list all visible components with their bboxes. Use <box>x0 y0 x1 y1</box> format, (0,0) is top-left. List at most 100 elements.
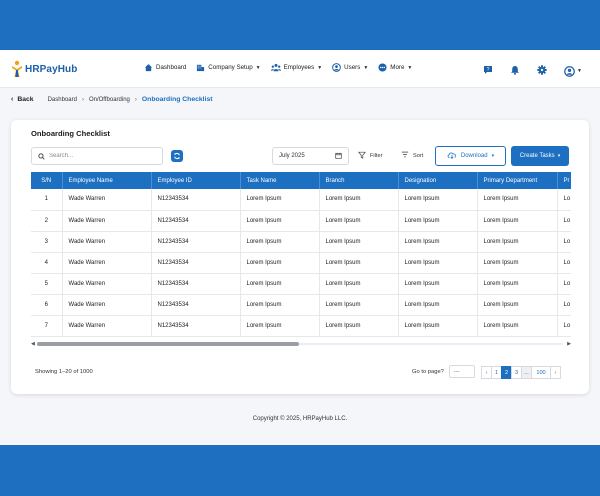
table-cell: Wade Warren <box>62 189 152 211</box>
table-row[interactable]: 6 Wade Warren N12343534 Lorem Ipsum Lorem Ip… <box>31 294 571 316</box>
nav-item-users[interactable]: Users ▼ <box>332 63 368 72</box>
table-cell: N12343534 <box>151 231 241 253</box>
table-cell: Lorem Ipsum <box>477 231 558 253</box>
download-label: Download <box>460 153 488 159</box>
showing-count: Showing 1–20 of 1000 <box>35 369 93 375</box>
next-page-button[interactable]: › <box>550 366 561 379</box>
sort-button[interactable]: Sort <box>401 151 423 160</box>
month-picker[interactable]: July 2025 <box>272 147 349 165</box>
column-header[interactable]: Employee ID <box>151 172 241 189</box>
home-icon <box>144 63 153 72</box>
breadcrumb-item-dashboard[interactable]: Dashboard <box>48 97 77 103</box>
filter-label: Filter <box>370 153 383 159</box>
table-cell: N12343534 <box>151 210 241 232</box>
table-cell: Lorem Ipsum <box>240 273 320 295</box>
column-header[interactable]: Designation <box>398 172 478 189</box>
table-cell: Lorem Ipsum <box>398 189 478 211</box>
go-to-page-input[interactable]: --- <box>448 365 475 378</box>
search-icon <box>38 147 45 165</box>
breadcrumb-item-on-offboarding[interactable]: On/Offboarding <box>89 97 130 103</box>
nav-item-dashboard[interactable]: Dashboard <box>144 63 186 72</box>
table-cell: Lo <box>557 273 571 295</box>
column-header[interactable]: Pr <box>557 172 571 189</box>
table-cell: 6 <box>31 294 63 316</box>
people-icon <box>270 63 281 72</box>
table-cell: Wade Warren <box>62 273 152 295</box>
nav-item-label: Users <box>344 64 361 71</box>
navbar-actions: ? ▼ <box>483 62 582 80</box>
bell-icon[interactable] <box>510 62 520 80</box>
avatar-icon[interactable]: ▼ <box>564 65 582 77</box>
table-cell: Wade Warren <box>62 294 152 316</box>
table-cell: 2 <box>31 210 63 232</box>
chevron-down-icon: ▾ <box>557 153 561 159</box>
column-header[interactable]: S/N <box>31 172 63 189</box>
table-cell: Lorem Ipsum <box>240 210 320 232</box>
gear-icon[interactable] <box>537 62 547 80</box>
table-cell: Lorem Ipsum <box>477 189 558 211</box>
column-header[interactable]: Primary Department <box>477 172 558 189</box>
sort-icon <box>401 151 409 160</box>
column-header[interactable]: Employee Name <box>62 172 152 189</box>
chevron-left-icon: ‹ <box>11 96 14 103</box>
table-cell: N12343534 <box>151 189 241 211</box>
table-cell: Lorem Ipsum <box>477 315 558 337</box>
logo[interactable]: HRPayHub <box>11 60 77 78</box>
table-cell: Lorem Ipsum <box>398 210 478 232</box>
table-cell: Lorem Ipsum <box>319 210 399 232</box>
table-row[interactable]: 1 Wade Warren N12343534 Lorem Ipsum Lorem Ip… <box>31 189 571 211</box>
help-chat-icon[interactable]: ? <box>483 62 493 80</box>
table-row[interactable]: 4 Wade Warren N12343534 Lorem Ipsum Lorem Ip… <box>31 252 571 274</box>
main-nav: Dashboard Company Setup ▼ Employees ▼ Us… <box>144 63 422 72</box>
column-header[interactable]: Task Name <box>240 172 320 189</box>
table-cell: Lorem Ipsum <box>319 294 399 316</box>
table-cell: Lorem Ipsum <box>240 189 320 211</box>
nav-item-label: Company Setup <box>208 64 253 71</box>
table-cell: Lorem Ipsum <box>398 315 478 337</box>
table-cell: Lorem Ipsum <box>319 231 399 253</box>
nav-item-company-setup[interactable]: Company Setup ▼ <box>196 63 261 72</box>
table-cell: 4 <box>31 252 63 274</box>
scroll-left-arrow-icon[interactable]: ◀ <box>31 341 35 347</box>
nav-item-label: More <box>390 64 405 71</box>
back-button[interactable]: ‹ Back <box>11 96 34 103</box>
scroll-thumb[interactable] <box>37 342 299 346</box>
download-button[interactable]: Download ▾ <box>435 146 506 166</box>
page-title: Onboarding Checklist <box>31 129 110 138</box>
column-header[interactable]: Branch <box>319 172 399 189</box>
table-cell: Wade Warren <box>62 210 152 232</box>
table-row[interactable]: 3 Wade Warren N12343534 Lorem Ipsum Lorem Ip… <box>31 231 571 253</box>
search-box[interactable] <box>31 147 163 165</box>
filter-icon <box>358 151 366 161</box>
go-to-page-label: Go to page? <box>412 368 444 375</box>
table-cell: Lo <box>557 315 571 337</box>
table-cell: Lorem Ipsum <box>240 294 320 316</box>
create-tasks-label: Create Tasks <box>519 153 555 159</box>
chevron-down-icon: ▼ <box>363 64 369 71</box>
scroll-right-arrow-icon[interactable]: ▶ <box>567 341 571 347</box>
create-tasks-button[interactable]: Create Tasks ▾ <box>511 146 569 166</box>
table-row[interactable]: 7 Wade Warren N12343534 Lorem Ipsum Lorem Ip… <box>31 315 571 337</box>
checklist-table: S/N Employee Name Employee ID Task Name … <box>31 172 571 339</box>
nav-item-more[interactable]: More ▼ <box>378 63 412 72</box>
month-value: July 2025 <box>279 153 305 159</box>
page-button[interactable]: 100 <box>531 366 551 379</box>
chevron-down-icon: ▾ <box>491 153 495 159</box>
table-cell: 5 <box>31 273 63 295</box>
table-cell: Lorem Ipsum <box>477 252 558 274</box>
refresh-button[interactable] <box>171 150 183 162</box>
table-cell: Lo <box>557 189 571 211</box>
filter-button[interactable]: Filter <box>358 151 382 161</box>
table-row[interactable]: 2 Wade Warren N12343534 Lorem Ipsum Lorem Ip… <box>31 210 571 232</box>
brand-name: HRPayHub <box>25 63 78 75</box>
table-row[interactable]: 5 Wade Warren N12343534 Lorem Ipsum Lorem Ip… <box>31 273 571 295</box>
table-cell: Lorem Ipsum <box>398 294 478 316</box>
table-cell: Lo <box>557 252 571 274</box>
nav-item-employees[interactable]: Employees ▼ <box>270 63 322 72</box>
chevron-down-icon: ▼ <box>407 64 413 71</box>
horizontal-scrollbar[interactable]: ◀ ▶ <box>31 341 571 347</box>
search-input[interactable] <box>49 153 149 159</box>
onboarding-card: Onboarding Checklist July 2025 Filter <box>11 120 589 394</box>
table-cell: Lorem Ipsum <box>319 273 399 295</box>
table-cell: 7 <box>31 315 63 337</box>
